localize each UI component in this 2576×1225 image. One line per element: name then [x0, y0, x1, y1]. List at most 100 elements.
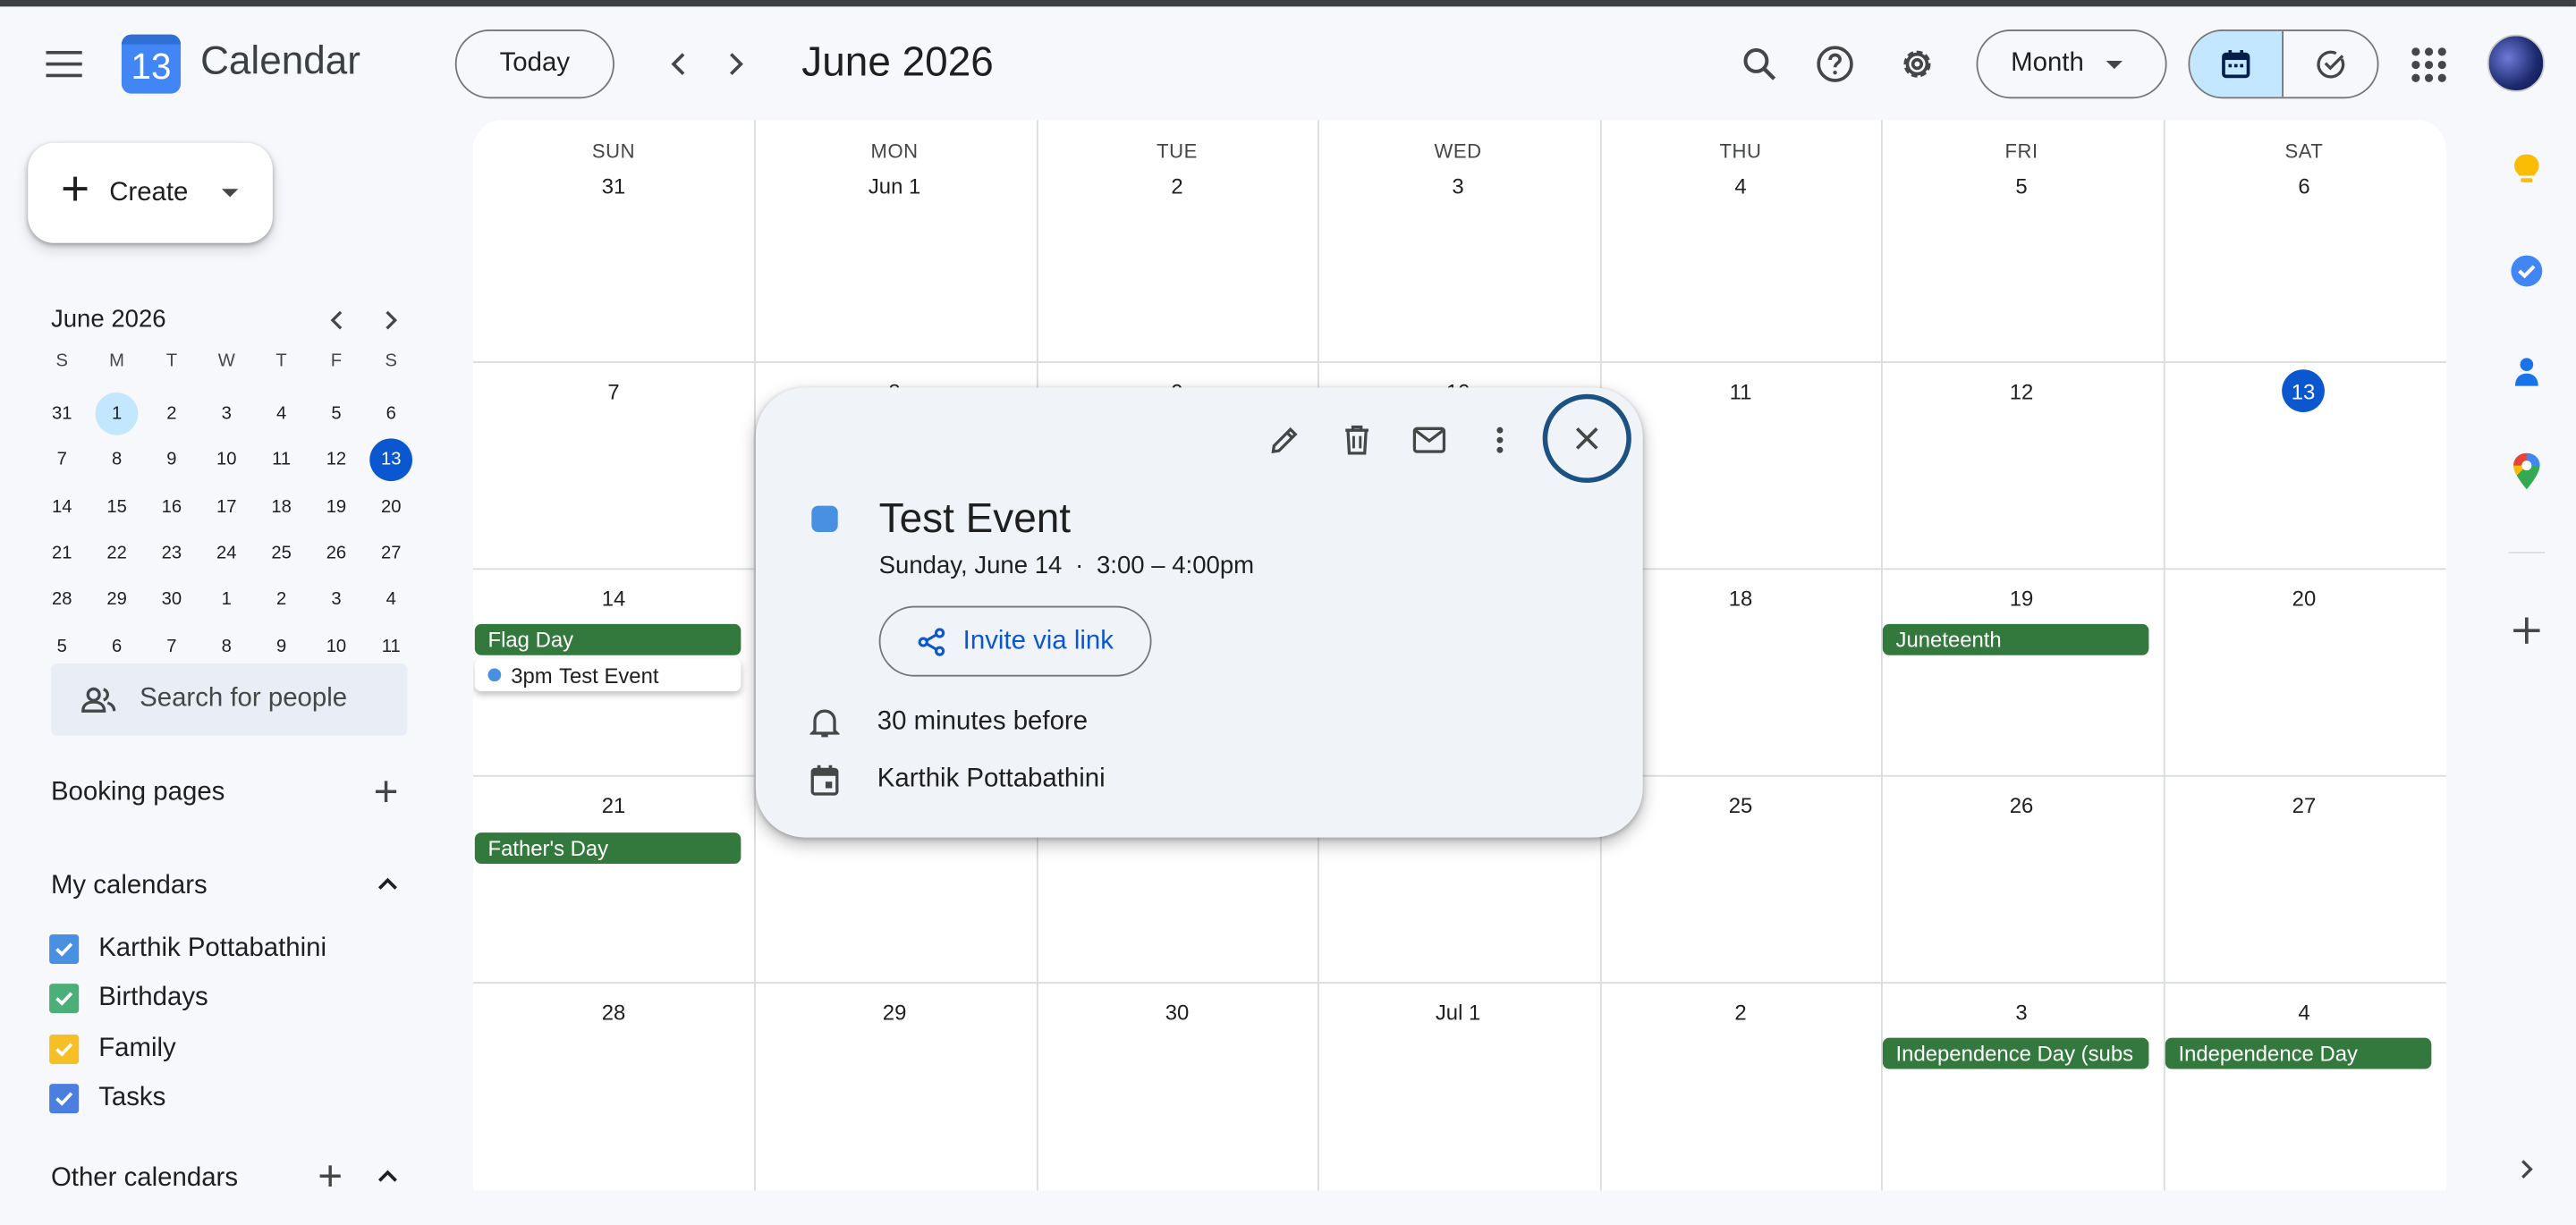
mini-calendar-day[interactable]: 9 [150, 439, 193, 482]
my-calendars-collapse-button[interactable] [371, 867, 404, 900]
date-number[interactable]: 2 [1600, 1000, 1881, 1025]
mini-calendar-day[interactable]: 24 [205, 532, 248, 575]
date-number[interactable]: 3 [1318, 174, 1598, 199]
mini-calendar-day[interactable]: 26 [315, 532, 358, 575]
account-avatar[interactable] [2487, 34, 2546, 92]
close-popup-button[interactable] [1542, 393, 1631, 483]
more-options-button[interactable] [1480, 420, 1520, 460]
search-button[interactable] [1738, 43, 1781, 86]
date-number[interactable]: 3 [1881, 1000, 2162, 1025]
mini-calendar-prev-button[interactable] [322, 306, 352, 335]
add-addon-button[interactable] [2509, 612, 2545, 648]
mini-calendar-day[interactable]: 2 [260, 579, 303, 621]
mini-calendar-day[interactable]: 1 [95, 392, 139, 435]
event-chip-independence-day[interactable]: Independence Day [2165, 1037, 2432, 1069]
next-period-button[interactable] [715, 43, 758, 86]
mini-calendar-day[interactable]: 4 [369, 579, 412, 621]
other-calendars-label[interactable]: Other calendars [51, 1164, 238, 1194]
mini-calendar-day[interactable]: 10 [205, 439, 248, 482]
mini-calendar-day[interactable]: 17 [205, 486, 248, 528]
mini-calendar-next-button[interactable] [377, 306, 406, 335]
mini-calendar-day[interactable]: 16 [150, 486, 193, 528]
delete-event-button[interactable] [1337, 420, 1377, 460]
date-number[interactable]: 28 [473, 1000, 754, 1025]
tasks-icon[interactable] [2509, 253, 2545, 289]
mini-calendar-day[interactable]: 28 [40, 579, 83, 621]
mini-calendar-day[interactable]: 19 [315, 486, 358, 528]
calendar-view-button[interactable] [2190, 30, 2284, 97]
mini-calendar-day[interactable]: 10 [315, 625, 358, 667]
mini-calendar-day[interactable]: 9 [260, 625, 303, 667]
maps-icon[interactable] [2509, 452, 2545, 490]
expand-side-panel-button[interactable] [2509, 1151, 2545, 1187]
checkbox-checked-icon[interactable] [49, 984, 80, 1014]
checkbox-checked-icon[interactable] [49, 934, 80, 965]
mini-calendar-day[interactable]: 27 [369, 532, 412, 575]
mini-calendar-day[interactable]: 7 [150, 625, 193, 667]
apps-grid-icon[interactable] [2409, 45, 2448, 84]
date-number[interactable]: 4 [2164, 1000, 2445, 1025]
tasks-view-button[interactable] [2284, 31, 2377, 97]
calendar-item[interactable]: Family [49, 1033, 176, 1066]
mini-calendar-day[interactable]: 6 [96, 625, 139, 667]
mini-calendar-day[interactable]: 5 [40, 625, 83, 667]
date-number[interactable]: 30 [1037, 1000, 1318, 1025]
mini-calendar-day[interactable]: 31 [40, 393, 83, 435]
search-people-input[interactable]: Search for people [50, 663, 408, 736]
mini-calendar-day[interactable]: 3 [315, 579, 358, 621]
main-menu-button[interactable] [36, 36, 91, 91]
mini-calendar-day[interactable]: 6 [369, 393, 412, 435]
mini-calendar-day[interactable]: 12 [315, 439, 358, 482]
date-number[interactable]: Jun 1 [754, 174, 1035, 199]
mini-calendar-day[interactable]: 8 [96, 439, 139, 482]
mini-calendar-day[interactable]: 23 [150, 532, 193, 575]
event-chip-juneteenth[interactable]: Juneteenth [1882, 623, 2149, 655]
add-booking-page-button[interactable]: + [368, 770, 403, 813]
today-button[interactable]: Today [454, 30, 614, 99]
date-number[interactable]: 21 [473, 793, 754, 818]
my-calendars-label[interactable]: My calendars [51, 872, 208, 901]
edit-event-button[interactable] [1265, 420, 1304, 460]
create-button[interactable]: + Create [28, 142, 273, 243]
date-number[interactable]: 19 [1881, 587, 2162, 612]
date-number[interactable]: 2 [1037, 174, 1318, 199]
help-button[interactable] [1814, 43, 1857, 86]
date-number[interactable]: 29 [754, 1000, 1035, 1025]
event-chip-fathers-day[interactable]: Father's Day [474, 832, 741, 864]
mini-calendar-day[interactable]: 25 [260, 532, 303, 575]
mini-calendar-day[interactable]: 11 [369, 625, 412, 667]
checkbox-checked-icon[interactable] [49, 1034, 80, 1065]
date-number[interactable]: 12 [1881, 379, 2162, 404]
mini-calendar-day[interactable]: 14 [40, 486, 83, 528]
date-number[interactable]: 14 [473, 587, 754, 612]
mini-calendar-day[interactable]: 15 [96, 486, 139, 528]
mini-calendar-day[interactable]: 21 [40, 532, 83, 575]
date-number[interactable]: 25 [1600, 793, 1881, 818]
checkbox-checked-icon[interactable] [49, 1084, 80, 1114]
invite-via-link-button[interactable]: Invite via link [878, 605, 1152, 677]
event-chip-test-event[interactable]: 3pm Test Event [474, 658, 741, 692]
contacts-icon[interactable] [2509, 353, 2545, 389]
date-number[interactable]: 31 [473, 174, 754, 199]
calendar-item[interactable]: Karthik Pottabathini [49, 933, 326, 966]
mini-calendar-day[interactable]: 4 [260, 393, 303, 435]
mini-calendar-day[interactable]: 29 [96, 579, 139, 621]
mini-calendar-day[interactable]: 8 [205, 625, 248, 667]
mini-calendar-day[interactable]: 20 [369, 486, 412, 528]
date-number[interactable]: 27 [2164, 793, 2445, 818]
date-number[interactable]: 20 [2164, 587, 2445, 612]
date-number[interactable]: 11 [1600, 379, 1881, 404]
mini-calendar-day[interactable]: 7 [40, 439, 83, 482]
date-number[interactable]: 26 [1881, 793, 2162, 818]
add-other-calendar-button[interactable]: + [312, 1154, 348, 1197]
mini-calendar-day[interactable]: 2 [150, 393, 193, 435]
settings-button[interactable] [1896, 43, 1939, 86]
email-guests-button[interactable] [1410, 420, 1449, 460]
date-number[interactable]: 5 [1881, 174, 2162, 199]
calendar-item[interactable]: Tasks [49, 1082, 165, 1115]
view-switcher[interactable]: Month [1976, 30, 2167, 99]
mini-calendar-day[interactable]: 11 [260, 439, 303, 482]
keep-icon[interactable] [2509, 153, 2545, 189]
previous-period-button[interactable] [657, 43, 700, 86]
calendar-logo[interactable]: 13 [121, 34, 182, 94]
